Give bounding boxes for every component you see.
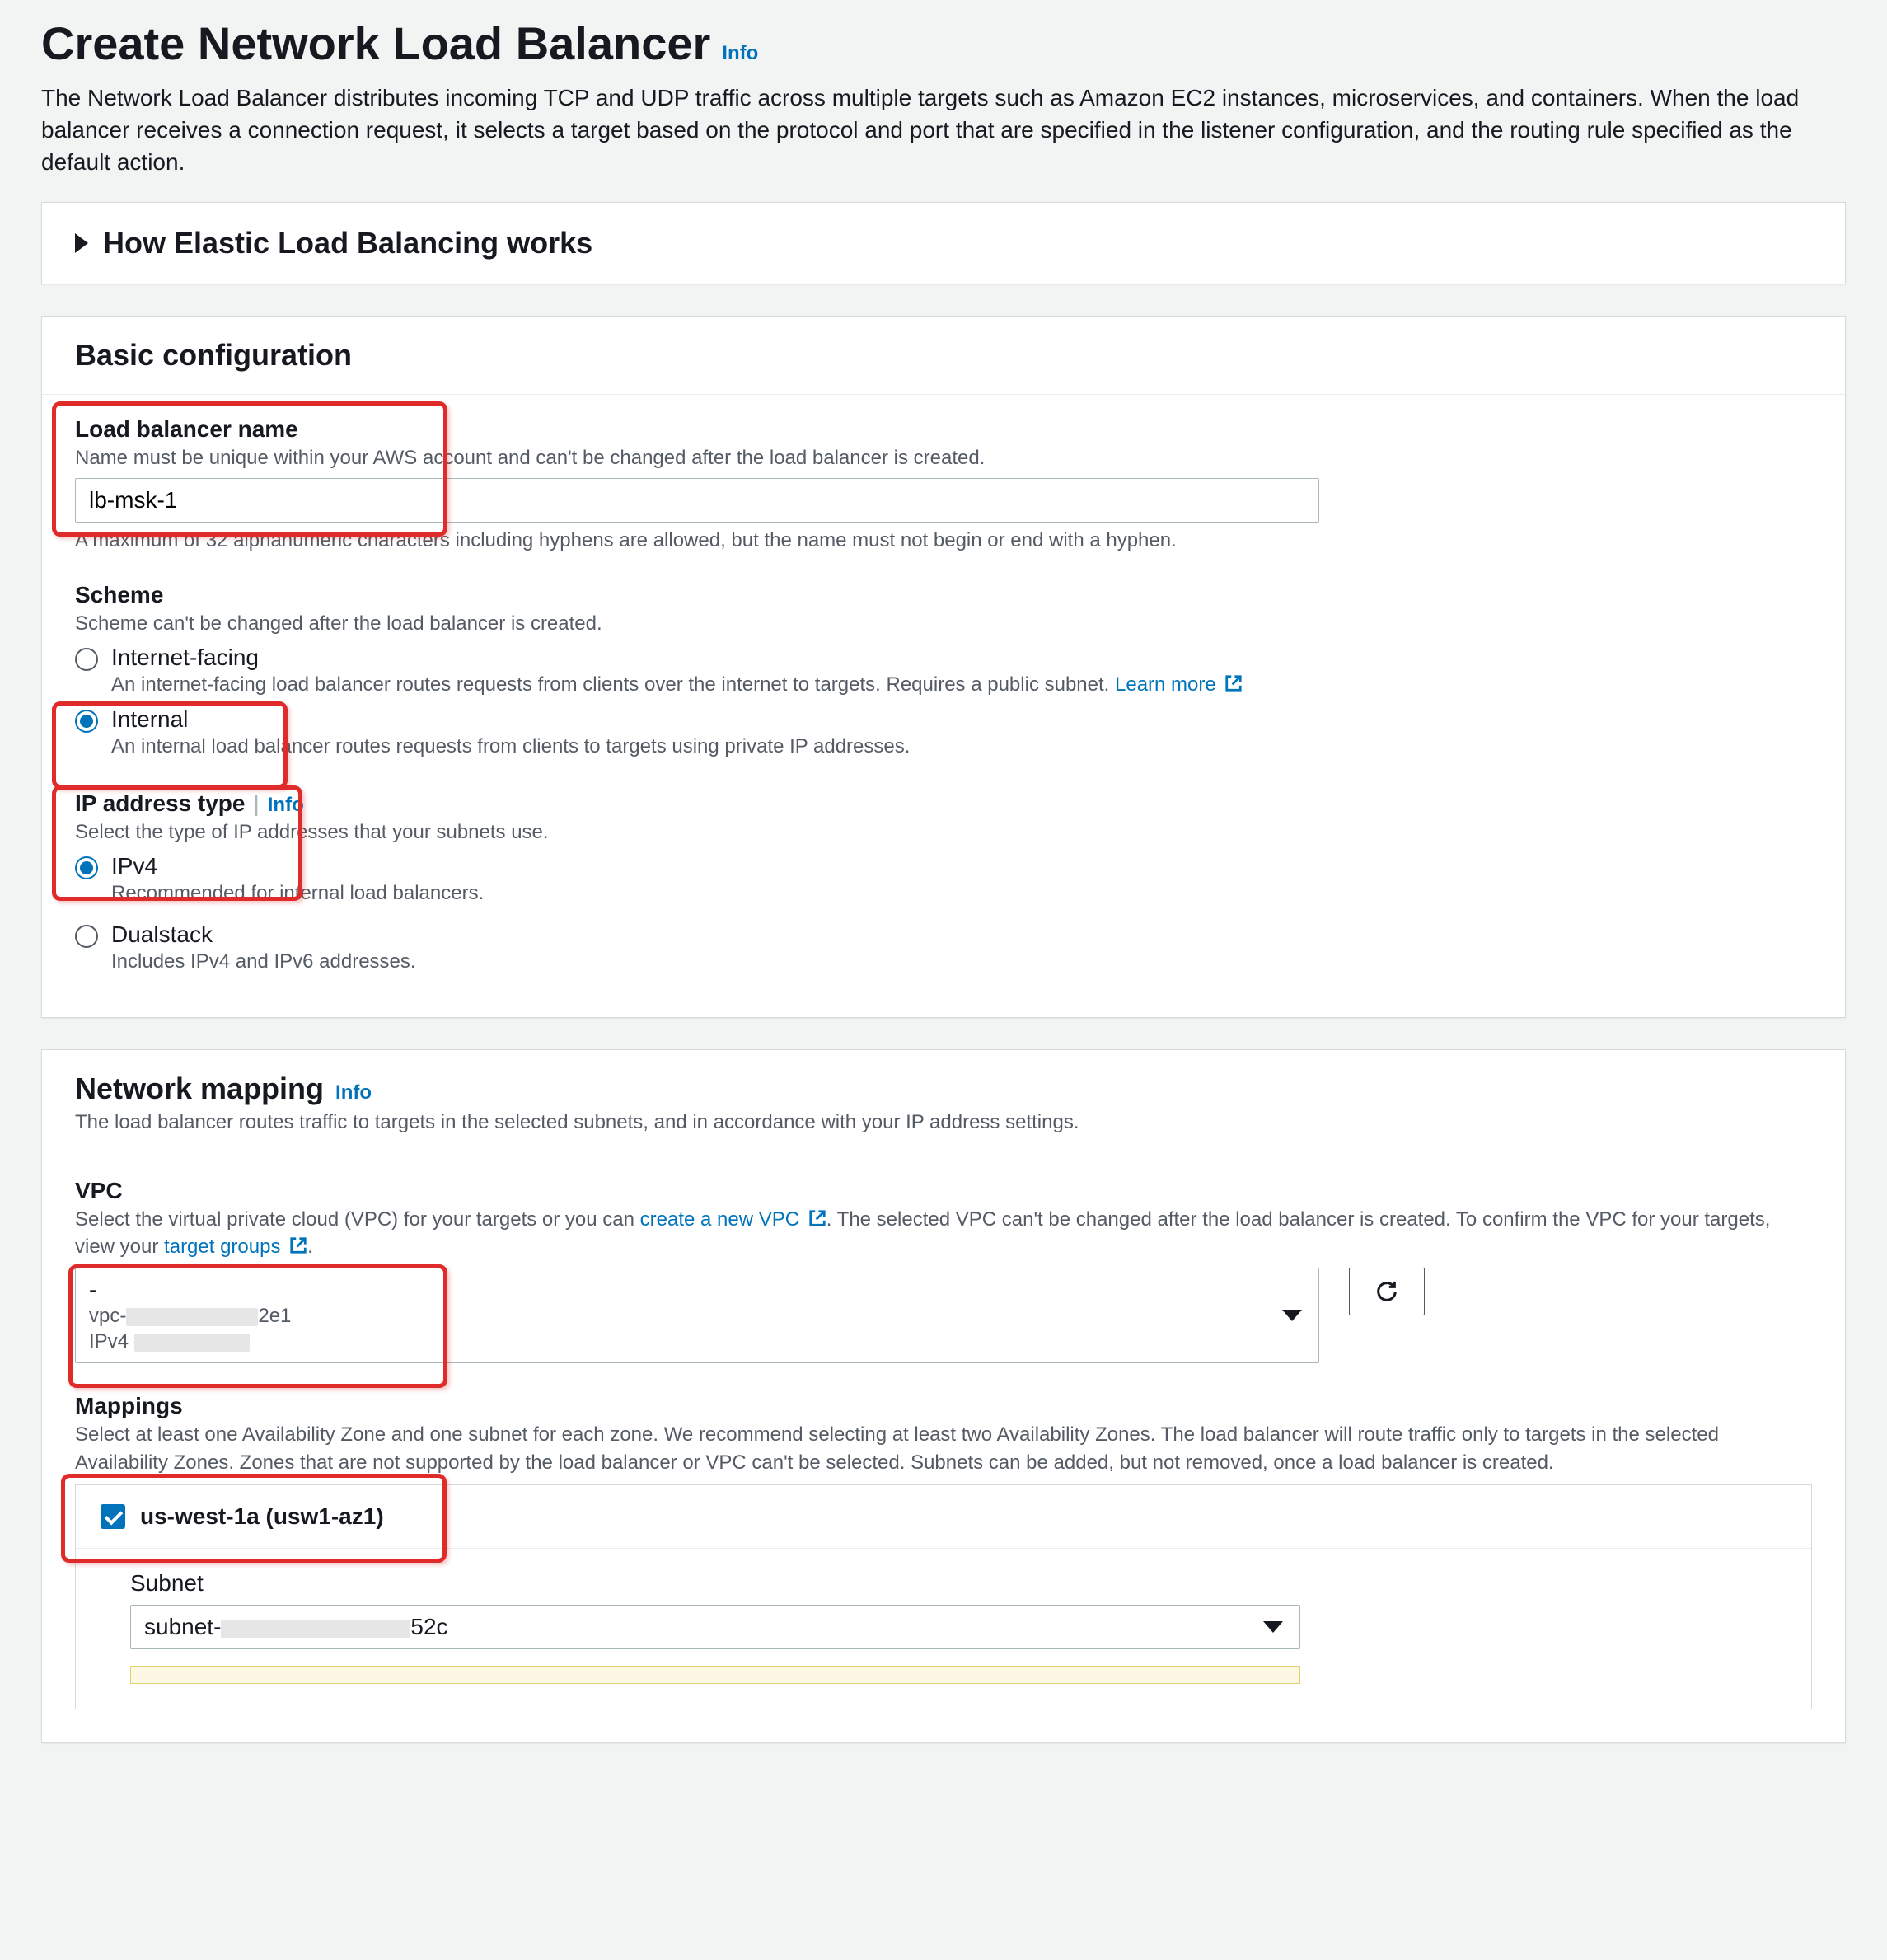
ip-label: IP address type bbox=[75, 790, 245, 817]
name-label: Load balancer name bbox=[75, 416, 1812, 443]
chevron-down-icon bbox=[1263, 1621, 1283, 1633]
ip-option-dualstack[interactable]: Dualstack Includes IPv4 and IPv6 address… bbox=[75, 921, 1812, 976]
chevron-down-icon bbox=[1282, 1310, 1302, 1321]
scheme-internal-desc: An internal load balancer routes request… bbox=[111, 733, 910, 761]
ip-ipv4-label: IPv4 bbox=[111, 853, 484, 879]
name-input[interactable] bbox=[75, 478, 1319, 523]
name-constraint: A maximum of 32 alphanumeric characters … bbox=[75, 529, 1812, 552]
subnet-label: Subnet bbox=[130, 1570, 1778, 1597]
chevron-right-icon bbox=[75, 233, 88, 253]
scheme-learn-more-link[interactable]: Learn more bbox=[1115, 673, 1216, 696]
page-title: Create Network Load Balancer bbox=[41, 16, 710, 70]
create-vpc-link[interactable]: create a new VPC bbox=[640, 1208, 799, 1231]
radio-icon bbox=[75, 856, 98, 879]
vpc-selected-ipv4: IPv4 bbox=[89, 1329, 1279, 1354]
basic-config-heading: Basic configuration bbox=[75, 338, 352, 373]
scheme-internet-facing-label: Internet-facing bbox=[111, 645, 1243, 671]
radio-icon bbox=[75, 710, 98, 733]
network-mapping-info-link[interactable]: Info bbox=[335, 1081, 372, 1104]
scheme-option-internet-facing[interactable]: Internet-facing An internet-facing load … bbox=[75, 645, 1812, 699]
vpc-refresh-button[interactable] bbox=[1349, 1268, 1425, 1315]
how-elb-works-toggle[interactable]: How Elastic Load Balancing works bbox=[42, 203, 1845, 284]
vpc-selected-line1: - bbox=[89, 1277, 1279, 1303]
ip-dualstack-desc: Includes IPv4 and IPv6 addresses. bbox=[111, 948, 416, 976]
vpc-label: VPC bbox=[75, 1178, 1812, 1204]
network-mapping-desc: The load balancer routes traffic to targ… bbox=[75, 1111, 1812, 1134]
mapping-az-label: us-west-1a (usw1-az1) bbox=[140, 1503, 384, 1530]
mapping-az-box: us-west-1a (usw1-az1) Subnet subnet-52c bbox=[75, 1484, 1812, 1709]
target-groups-link[interactable]: target groups bbox=[164, 1236, 280, 1258]
external-link-icon bbox=[289, 1235, 307, 1253]
vpc-hint: Select the virtual private cloud (VPC) f… bbox=[75, 1206, 1812, 1261]
mappings-hint: Select at least one Availability Zone an… bbox=[75, 1421, 1812, 1476]
ip-option-ipv4[interactable]: IPv4 Recommended for internal load balan… bbox=[75, 853, 1812, 907]
how-elb-works-title: How Elastic Load Balancing works bbox=[103, 226, 592, 260]
refresh-icon bbox=[1374, 1279, 1399, 1304]
scheme-hint: Scheme can't be changed after the load b… bbox=[75, 610, 1812, 638]
radio-icon bbox=[75, 925, 98, 948]
how-elb-works-panel: How Elastic Load Balancing works bbox=[41, 202, 1846, 284]
radio-icon bbox=[75, 648, 98, 671]
scheme-option-internal[interactable]: Internal An internal load balancer route… bbox=[75, 706, 1812, 761]
page-description: The Network Load Balancer distributes in… bbox=[41, 82, 1846, 179]
vpc-selected-id: vpc-2e1 bbox=[89, 1303, 1279, 1329]
ip-info-link[interactable]: Info bbox=[268, 794, 304, 817]
scheme-label: Scheme bbox=[75, 582, 1812, 608]
ip-hint: Select the type of IP addresses that you… bbox=[75, 818, 1812, 846]
name-hint: Name must be unique within your AWS acco… bbox=[75, 444, 1812, 472]
network-mapping-heading: Network mapping bbox=[75, 1071, 324, 1106]
redacted bbox=[134, 1334, 250, 1352]
mappings-label: Mappings bbox=[75, 1393, 1812, 1419]
page-info-link[interactable]: Info bbox=[722, 42, 758, 65]
ip-ipv4-desc: Recommended for internal load balancers. bbox=[111, 879, 484, 907]
network-mapping-panel: Network mapping Info The load balancer r… bbox=[41, 1049, 1846, 1744]
redacted bbox=[126, 1308, 258, 1326]
checkbox-checked-icon bbox=[101, 1504, 125, 1529]
mapping-az-header[interactable]: us-west-1a (usw1-az1) bbox=[76, 1485, 1811, 1549]
basic-config-panel: Basic configuration Load balancer name N… bbox=[41, 316, 1846, 1018]
subnet-select[interactable]: subnet-52c bbox=[130, 1605, 1300, 1649]
redacted bbox=[221, 1620, 410, 1638]
external-link-icon bbox=[808, 1207, 826, 1226]
subnet-selected: subnet-52c bbox=[144, 1614, 1260, 1640]
external-link-icon bbox=[1224, 673, 1243, 691]
scheme-internet-facing-desc: An internet-facing load balancer routes … bbox=[111, 671, 1243, 699]
scheme-internal-label: Internal bbox=[111, 706, 910, 733]
warning-banner bbox=[130, 1666, 1300, 1684]
ip-dualstack-label: Dualstack bbox=[111, 921, 416, 948]
vpc-select[interactable]: - vpc-2e1 IPv4 bbox=[75, 1268, 1319, 1363]
